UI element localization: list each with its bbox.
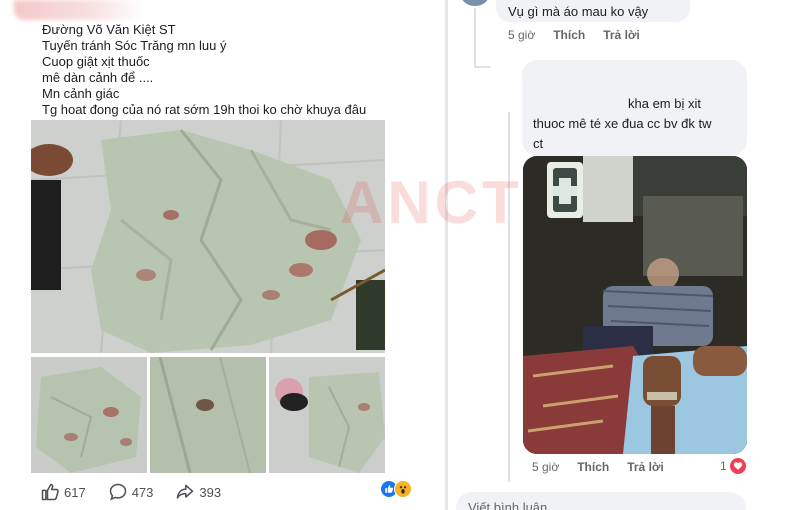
post-photo-main[interactable] [31,120,385,353]
comment-input[interactable]: Viết bình luận [456,492,746,510]
share-count: 393 [199,484,222,500]
thread-line [508,112,510,482]
post-photo-thumb-2[interactable] [150,357,266,473]
avatar[interactable] [460,0,490,6]
post-text: Đường Võ Văn Kiệt ST Tuyến tránh Sóc Tră… [42,22,422,118]
like-count: 617 [64,484,86,500]
thread-line [474,8,476,68]
reaction-count-number: 1 [720,459,727,473]
wow-icon [394,480,412,498]
post-action-bar: 617 473 393 [40,480,420,504]
thread-line [474,66,490,68]
comment-button[interactable]: 473 [108,482,154,502]
comment-bubble: Vụ gì mà áo mau ko vậy [496,0,690,22]
reply-bubble: kha em bị xit thuoc mê té xe đua cc bv đ… [522,60,747,156]
post-line: Cuop giật xịt thuốc [42,54,150,69]
comment-bubble-icon [109,483,126,501]
reply-meta: 5 giờ Thích Trả lời [532,460,682,474]
reply-reply-button[interactable]: Trả lời [627,460,664,474]
comment-count: 473 [131,484,154,500]
like-button[interactable]: 617 [40,482,86,502]
comment-input-placeholder: Viết bình luận [468,500,548,510]
post-line: Tuyến tránh Sóc Trăng mn luu ý [42,38,227,53]
post-line: Tg hoat đong của nó rat sớm 19h thoi ko … [42,102,367,117]
comment-like-button[interactable]: Thích [553,28,585,42]
reply-text-line: ct [533,136,544,151]
heart-icon [729,458,746,474]
post-line: Mn cảnh giác [42,86,120,101]
reply-reaction-count[interactable]: 1 [720,458,746,474]
reply-time[interactable]: 5 giờ [532,460,559,474]
reaction-icons[interactable] [380,480,412,498]
comment-time[interactable]: 5 giờ [508,28,535,42]
blurred-author-header [14,0,144,20]
share-arrow-icon [177,484,194,499]
post-line: Đường Võ Văn Kiệt ST [42,22,176,37]
reply-photo[interactable] [523,156,747,454]
comments-panel: Vụ gì mà áo mau ko vậy 5 giờ Thích Trả l… [448,0,800,510]
comment-reply-button[interactable]: Trả lời [603,28,640,42]
reply-text-line: kha em bị xit [628,96,701,111]
reply-like-button[interactable]: Thích [577,460,609,474]
share-button[interactable]: 393 [175,482,221,502]
reply-text-line: thuoc mê té xe đua cc bv đk tw [533,116,712,131]
thumbs-up-icon [41,483,59,501]
post-photo-thumb-1[interactable] [31,357,147,473]
post-line: mê dàn cảnh để .... [42,70,154,85]
facebook-post: Đường Võ Văn Kiệt ST Tuyến tránh Sóc Tră… [0,0,445,510]
comment-meta: 5 giờ Thích Trả lời [508,28,658,42]
post-photo-thumb-3[interactable] [269,357,385,473]
comment-text: Vụ gì mà áo mau ko vậy [508,4,649,19]
